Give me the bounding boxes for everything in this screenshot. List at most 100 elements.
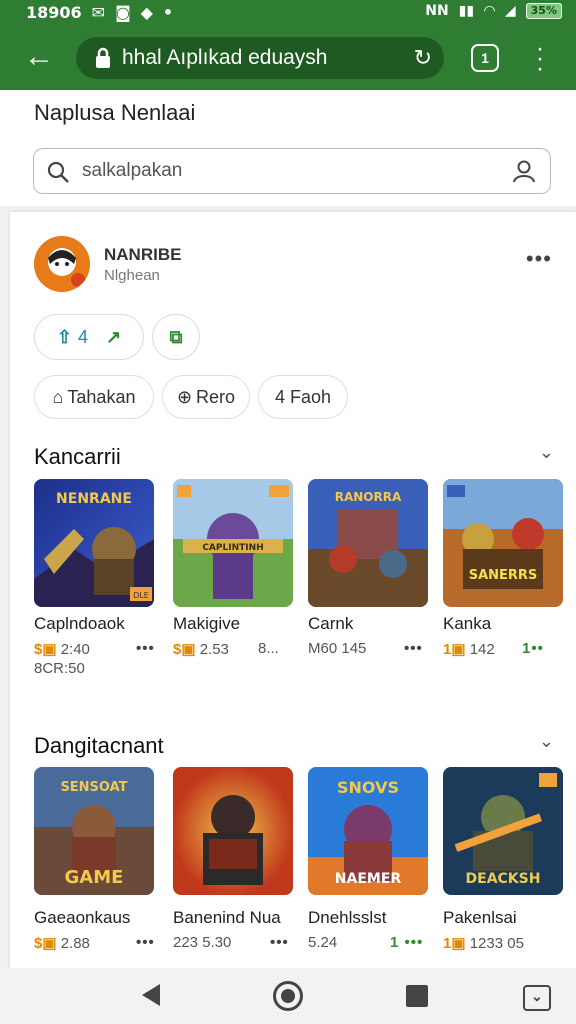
content-card: NANRIBE Nlghean ••• ⇧ 4 ↗ ⧉ ⌂ Tahakan ⊕ … <box>10 212 576 968</box>
game-meta: $▣ 2:40 <box>34 641 90 658</box>
avatar[interactable] <box>34 236 90 292</box>
coin-icon: $▣ <box>34 641 57 658</box>
nav-recents-icon[interactable] <box>406 985 428 1007</box>
lock-icon <box>96 47 110 68</box>
game-title: Kanka <box>443 614 492 633</box>
game-meta: $▣ 2.88 <box>34 935 90 952</box>
art-title: DEACKSH <box>466 871 541 887</box>
url-bar[interactable]: hhal Aıplıkad eduaysh ↻ <box>76 37 444 79</box>
wifi-icon: ◠ <box>484 3 495 19</box>
game-tile[interactable] <box>173 767 293 895</box>
repost-icon: ↗ <box>106 326 122 347</box>
game-tile[interactable]: NENRANE DLE <box>34 479 154 607</box>
game-extra: 8CR:50 <box>34 660 85 677</box>
more-icon[interactable]: 1 ••• <box>390 934 423 951</box>
share-action-button[interactable]: ⇧ 4 ↗ <box>34 314 144 360</box>
game-tile[interactable]: DEACKSH <box>443 767 563 895</box>
chevron-down-icon[interactable]: ⌄ <box>539 442 554 463</box>
art-title: SANERRS <box>469 568 538 583</box>
status-bar: 18906 ✉ ◙ ◆ • NN ▮▮ ◠ ◢ 35% <box>0 0 576 26</box>
game-tile[interactable]: RANORRA <box>308 479 428 607</box>
art-title: NAEMER <box>335 871 402 887</box>
chip-label: 4 Faoh <box>274 386 332 407</box>
nav-home-icon[interactable] <box>273 981 303 1011</box>
battery-icon: 35% <box>525 3 562 19</box>
status-right: NN ▮▮ ◠ ◢ 35% <box>425 3 562 19</box>
coin-icon: 1▣ <box>443 935 466 952</box>
mail-icon: ✉ <box>91 3 106 22</box>
game-art: SENSOAT GAME <box>34 767 154 895</box>
system-nav-bar: ⌄ <box>0 968 576 1024</box>
game-meta: 1▣ 1233 05 <box>443 935 524 952</box>
person-icon[interactable] <box>512 159 536 183</box>
chip-tahakan[interactable]: ⌂ Tahakan <box>34 375 154 419</box>
notification-icon: ◙ <box>115 3 131 22</box>
tabs-button[interactable]: 1 <box>471 44 499 72</box>
chip-faoh[interactable]: 4 Faoh <box>258 375 348 419</box>
svg-text:DLE: DLE <box>133 591 149 600</box>
search-input[interactable]: salkalpakan <box>33 148 551 194</box>
game-meta: 5.24 <box>308 934 338 951</box>
chip-label: Tahakan <box>67 386 136 407</box>
status-time: 18906 <box>26 3 82 22</box>
game-title: Makigive <box>173 614 241 633</box>
game-title: Carnk <box>308 614 354 633</box>
coin-icon: $▣ <box>34 935 57 952</box>
share-count: 4 <box>77 326 88 347</box>
nav-back-icon[interactable] <box>142 984 160 1006</box>
game-art: CAPLINTINH <box>173 479 293 607</box>
game-tile[interactable]: SENSOAT GAME <box>34 767 154 895</box>
game-tile[interactable]: SANERRS <box>443 479 563 607</box>
more-options-icon[interactable]: ••• <box>526 246 552 272</box>
game-title: Dnehlsslst <box>308 908 387 927</box>
section-title: Kancarrii <box>34 444 121 469</box>
game-title: Caplndoaok <box>34 614 125 633</box>
coin-icon: $▣ <box>173 641 196 658</box>
more-icon[interactable]: ••• <box>270 934 289 951</box>
profile-subtitle: Nlghean <box>104 267 160 284</box>
browser-toolbar: ← hhal Aıplıkad eduaysh ↻ 1 · · · <box>0 26 576 90</box>
reload-icon[interactable]: ↻ <box>414 45 432 71</box>
chevron-down-icon[interactable]: ⌄ <box>539 731 554 752</box>
art-title: NENRANE <box>56 491 132 507</box>
cellular-icon: ◢ <box>504 3 516 19</box>
open-external-button[interactable]: ⧉ <box>152 314 200 360</box>
svg-text:SENSOAT: SENSOAT <box>60 780 127 795</box>
signal-icon: ▮▮ <box>458 3 475 19</box>
game-tile[interactable]: SNOVS NAEMER <box>308 767 428 895</box>
more-icon[interactable]: ••• <box>136 640 155 657</box>
url-text: hhal Aıplıkad eduaysh <box>122 46 328 69</box>
shield-icon: ◆ <box>140 3 153 22</box>
more-status-icon: • <box>162 3 174 22</box>
more-icon[interactable]: 1•• <box>522 640 544 657</box>
more-icon[interactable]: ••• <box>404 640 423 657</box>
section-title: Dangitacnant <box>34 733 164 758</box>
page-title: Naplusa Nenlaai <box>34 100 196 125</box>
game-art: SNOVS NAEMER <box>308 767 428 895</box>
back-arrow-icon[interactable]: ← <box>22 40 56 74</box>
more-icon[interactable]: ••• <box>136 934 155 951</box>
game-meta: 223 5.30 <box>173 934 232 951</box>
game-art: RANORRA <box>308 479 428 607</box>
status-left: 18906 ✉ ◙ ◆ • <box>26 3 173 22</box>
chip-label: Rero <box>196 386 236 407</box>
chip-rero[interactable]: ⊕ Rero <box>162 375 250 419</box>
search-placeholder: salkalpakan <box>82 160 183 181</box>
game-art: DEACKSH <box>443 767 563 895</box>
search-icon <box>47 161 69 183</box>
game-title: Gaeaonkaus <box>34 908 131 927</box>
game-tile[interactable]: CAPLINTINH <box>173 479 293 607</box>
game-meta: 1▣ 142 <box>443 641 495 658</box>
game-art: NENRANE DLE <box>34 479 154 607</box>
art-title: RANORRA <box>335 490 402 504</box>
svg-text:SNOVS: SNOVS <box>337 778 399 797</box>
overflow-menu-icon[interactable]: · · · <box>530 37 550 81</box>
art-title: CAPLINTINH <box>202 543 263 553</box>
game-art <box>173 767 293 895</box>
nav-keyboard-icon[interactable]: ⌄ <box>523 985 551 1011</box>
game-art: SANERRS <box>443 479 563 607</box>
game-meta: $▣ 2.53 <box>173 641 229 658</box>
share-icon: ⇧ <box>56 326 72 347</box>
profile-name: NANRIBE <box>104 245 182 264</box>
game-meta: M60 145 <box>308 640 367 657</box>
